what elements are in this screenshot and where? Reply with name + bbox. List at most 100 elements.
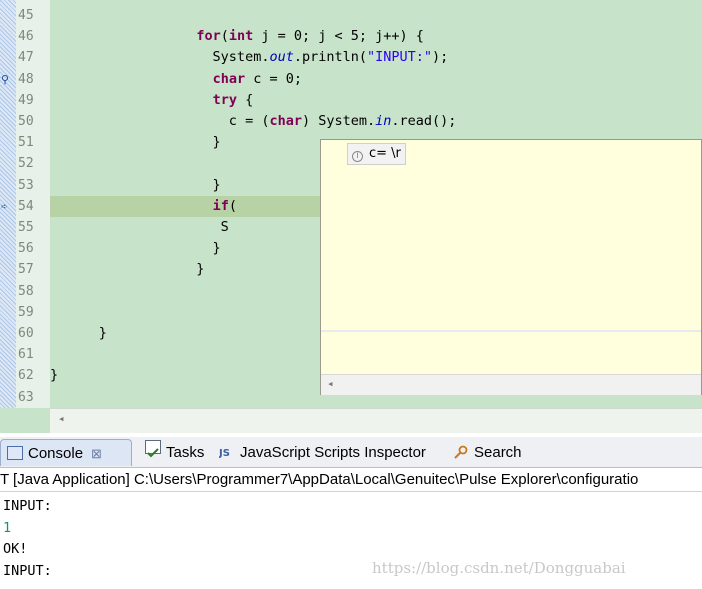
line-number: 53: [18, 178, 34, 193]
search-icon: [453, 441, 469, 459]
line-number: 61: [18, 347, 34, 362]
code-text: System.out.println("INPUT:");: [50, 47, 449, 68]
tasks-icon: [145, 440, 161, 458]
tab-tasks[interactable]: Tasks: [139, 439, 208, 466]
line-number: 48: [18, 72, 34, 87]
code-token: {: [236, 92, 254, 108]
code-line: 47 System.out.println("INPUT:");: [0, 47, 702, 68]
code-token: }: [50, 134, 221, 150]
keyword-token: if: [212, 198, 229, 214]
keyword-token: for: [196, 28, 221, 44]
code-line: 50 c = (char) System.in.read();: [0, 111, 702, 132]
code-text: try {: [50, 90, 254, 111]
console-icon: [7, 446, 23, 460]
code-text: S: [50, 217, 229, 238]
code-token: (: [228, 198, 237, 214]
code-text: }: [50, 238, 221, 259]
variable-hover-popup: l c= \r ◂: [320, 139, 702, 395]
code-token: }: [50, 367, 59, 383]
tab-console[interactable]: Console ⊠: [0, 439, 132, 466]
popup-divider: [321, 330, 701, 332]
code-token: }: [50, 177, 221, 193]
line-number: 45: [18, 8, 34, 23]
string-token: "INPUT:": [367, 49, 433, 65]
console-user-input: 1: [3, 519, 12, 536]
popup-horizontal-scrollbar[interactable]: ◂: [321, 374, 701, 395]
instruction-pointer-icon: ➪: [1, 200, 8, 213]
code-line: 45: [0, 5, 702, 26]
keyword-token: try: [212, 92, 237, 108]
code-text: }: [50, 365, 58, 386]
line-number: 46: [18, 29, 34, 44]
code-token: c = 0;: [245, 71, 302, 87]
line-number: 54: [18, 199, 34, 214]
keyword-token: char: [212, 71, 246, 87]
local-variable-icon: l: [352, 151, 363, 162]
code-token: .read();: [391, 113, 457, 129]
tab-tasks-label: Tasks: [166, 444, 205, 461]
code-token: .println(: [293, 49, 367, 65]
popup-scroll-left-icon[interactable]: ◂: [327, 377, 334, 390]
keyword-token: char: [269, 113, 302, 129]
code-token: S: [50, 219, 229, 235]
code-text: char c = 0;: [50, 69, 302, 90]
code-token: }: [50, 240, 221, 256]
watermark: https://blog.csdn.net/Dongguabai: [372, 559, 626, 577]
line-number: 47: [18, 50, 34, 65]
code-token: System.: [50, 49, 270, 65]
line-number: 58: [18, 284, 34, 299]
variable-value-text: c= \r: [369, 146, 401, 161]
line-number: 50: [18, 114, 34, 129]
line-number: 57: [18, 262, 34, 277]
field-token: out: [269, 49, 294, 65]
code-token: }: [50, 325, 107, 341]
breakpoint-icon[interactable]: ⚲: [1, 69, 9, 90]
tab-search-label: Search: [474, 444, 522, 461]
code-token: (: [220, 28, 229, 44]
console-line: INPUT:: [3, 562, 52, 579]
line-number: 51: [18, 135, 34, 150]
code-line: 48 ⚲ char c = 0;: [0, 69, 702, 90]
tab-console-label: Console: [28, 445, 84, 462]
line-number: 49: [18, 93, 34, 108]
console-launch-description: T [Java Application] C:\Users\Programmer…: [0, 469, 702, 492]
line-number: 63: [18, 390, 34, 405]
scroll-left-icon[interactable]: ◂: [58, 412, 65, 425]
code-text: }: [50, 259, 204, 280]
console-line: OK!: [3, 541, 28, 557]
code-token: }: [50, 261, 205, 277]
keyword-token: int: [228, 28, 254, 44]
code-line: 49 try {: [0, 90, 702, 111]
code-text: if(: [50, 196, 237, 217]
code-token: );: [432, 49, 449, 65]
code-text: c = (char) System.in.read();: [50, 111, 457, 132]
svg-text:JS: JS: [219, 448, 230, 459]
code-token: j = 0; j < 5; j++) {: [253, 28, 424, 44]
field-token: in: [375, 113, 392, 129]
code-text: }: [50, 175, 221, 196]
code-text: }: [50, 323, 107, 344]
line-number: 59: [18, 305, 34, 320]
close-icon[interactable]: ⊠: [91, 446, 102, 461]
code-token: ) System.: [301, 113, 376, 129]
code-text: for(int j = 0; j < 5; j++) {: [50, 26, 424, 47]
code-editor[interactable]: 45 46 for(int j = 0; j < 5; j++) {47 Syst…: [0, 0, 702, 433]
javascript-inspector-icon: JS: [218, 441, 235, 459]
line-number: 55: [18, 220, 34, 235]
line-number: 62: [18, 368, 34, 383]
code-token: c = (: [50, 113, 270, 129]
view-tab-bar: Console ⊠ Tasks JS JavaScript Scripts Insp…: [0, 437, 702, 468]
line-number: 52: [18, 156, 34, 171]
tab-javascript-inspector[interactable]: JS JavaScript Scripts Inspector: [213, 439, 430, 466]
code-text: }: [50, 132, 221, 153]
tab-search[interactable]: Search: [447, 439, 526, 466]
variable-value-item[interactable]: l c= \r: [347, 143, 406, 165]
line-number: 56: [18, 241, 34, 256]
editor-horizontal-scrollbar[interactable]: ◂: [50, 408, 702, 433]
line-number: 60: [18, 326, 34, 341]
console-line: INPUT:: [3, 498, 52, 514]
